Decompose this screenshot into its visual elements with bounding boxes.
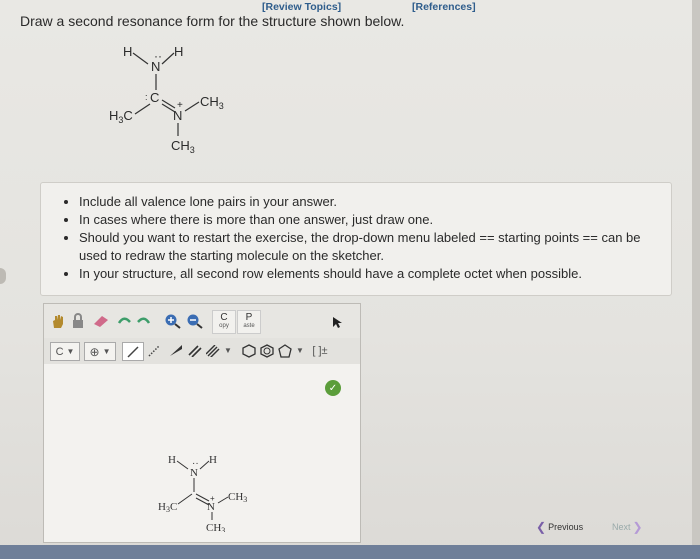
plus-circle-icon: ⊕ (89, 344, 100, 359)
chevron-down-icon[interactable]: ▼ (222, 342, 234, 359)
atom-ch3-bottom: CH3 (206, 522, 225, 532)
right-edge (692, 0, 700, 545)
atom-h3c: H3C (158, 501, 177, 514)
brackets-tool[interactable]: [ ]± (308, 342, 332, 359)
sketcher-canvas[interactable]: H N ·· H H3C N + CH3 CH3 (44, 364, 360, 542)
instruction-item: Include all valence lone pairs in your a… (79, 193, 671, 211)
given-molecule: H N ·· H C : H3C N + CH3 CH3 (109, 44, 224, 155)
eraser-icon[interactable] (92, 313, 110, 329)
previous-label: Previous (548, 522, 584, 532)
page: [Review Topics] [References] Draw a seco… (0, 0, 700, 559)
instruction-item: In your structure, all second row elemen… (79, 265, 671, 283)
pentagon-ring-tool[interactable] (276, 342, 294, 359)
top-nav: [Review Topics] [References] (0, 0, 700, 14)
double-bond-tool[interactable] (186, 342, 204, 359)
instructions-box: Include all valence lone pairs in your a… (40, 182, 672, 296)
side-collapse-tab[interactable] (0, 268, 6, 284)
pointer-icon (332, 315, 342, 333)
chevron-down-icon: ▼ (66, 347, 75, 356)
sketcher-toolbar-top: C opy P aste (44, 304, 360, 338)
atom-ch3-bottom: CH3 (171, 138, 195, 155)
zoom-out-icon[interactable] (186, 313, 204, 329)
atom-h-left: H (123, 44, 132, 59)
zoom-in-icon[interactable] (164, 313, 182, 329)
triple-bond-tool[interactable] (204, 342, 222, 359)
atom-ch3-right: CH3 (200, 94, 224, 111)
copy-sub: opy (219, 323, 229, 329)
atom-ch3-right: CH3 (228, 491, 247, 504)
paste-label: P (245, 312, 253, 323)
benzene-ring-tool[interactable] (258, 342, 276, 359)
charge-plus: + (210, 494, 215, 503)
chevron-left-icon: ❮ (536, 520, 547, 534)
wedge-bond-tool[interactable] (166, 342, 186, 359)
paste-sub: aste (243, 323, 255, 329)
undo-icon[interactable] (116, 313, 132, 329)
lone-pair-n-top: ·· (192, 458, 199, 469)
atom-c-central: C (150, 90, 159, 105)
atom-h-right: H (174, 44, 183, 59)
charge-plus: + (177, 100, 183, 111)
references-link[interactable]: [References] (412, 1, 476, 13)
instruction-item: Should you want to restart the exercise,… (79, 229, 671, 265)
sketcher-toolbar-bottom: C ▼ ⊕ ▼ ▼ ▼ []± (44, 338, 360, 365)
redo-icon[interactable] (136, 313, 152, 329)
lone-pair-n-top: ·· (154, 49, 162, 63)
copy-button[interactable]: C opy (212, 310, 236, 334)
single-bond-tool[interactable] (122, 342, 144, 361)
element-dropdown-label: C (55, 345, 64, 358)
molecule-sketcher[interactable]: C opy P aste C ▼ ⊕ ▼ ▼ ▼ []± H N ·· H H… (43, 303, 361, 543)
instruction-item: In cases where there is more than one an… (79, 211, 671, 229)
charge-dropdown[interactable]: ⊕ ▼ (84, 342, 116, 361)
element-dropdown[interactable]: C ▼ (50, 342, 80, 361)
review-topics-link[interactable]: [Review Topics] (262, 1, 341, 13)
chevron-down-icon[interactable]: ▼ (294, 342, 306, 359)
lock-icon[interactable] (70, 313, 86, 329)
checkmark-icon[interactable]: ✓ (325, 380, 341, 396)
next-button[interactable]: Next ❯ (612, 520, 643, 534)
atom-h-left: H (168, 454, 176, 466)
hand-icon[interactable] (50, 313, 66, 329)
instruction-list: Include all valence lone pairs in your a… (41, 183, 671, 283)
chevron-right-icon: ❯ (632, 520, 643, 534)
next-label: Next (612, 522, 631, 532)
chevron-down-icon: ▼ (102, 347, 111, 356)
atom-h3c: H3C (109, 108, 133, 125)
copy-label: C (220, 312, 228, 323)
hexagon-ring-tool[interactable] (240, 342, 258, 359)
sketched-molecule: H N ·· H H3C N + CH3 CH3 (158, 454, 247, 532)
bottom-bar (0, 545, 700, 559)
dashed-bond-tool[interactable] (144, 342, 164, 359)
question-text: Draw a second resonance form for the str… (20, 13, 405, 29)
previous-button[interactable]: ❮ Previous (536, 520, 583, 534)
atom-h-right: H (209, 454, 217, 466)
lone-pair-c: : (145, 92, 148, 102)
paste-button[interactable]: P aste (237, 310, 261, 334)
